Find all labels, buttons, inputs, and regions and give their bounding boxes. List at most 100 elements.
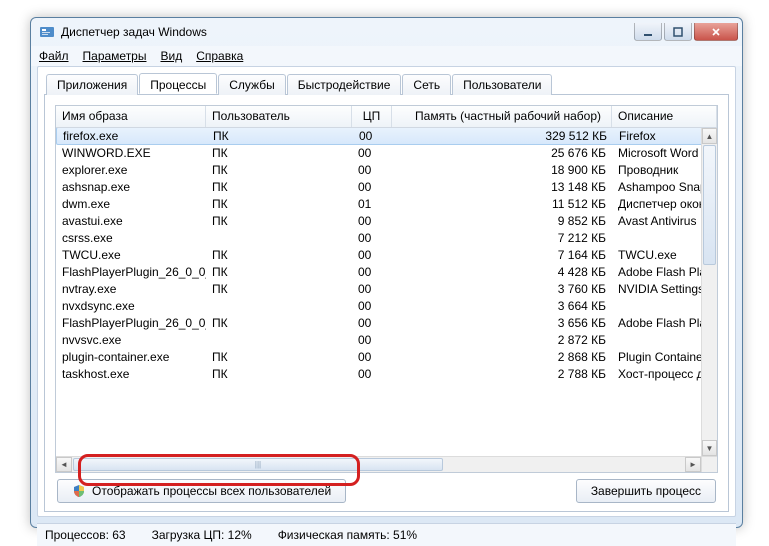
cell-user: ПК bbox=[206, 247, 352, 264]
table-row[interactable]: nvxdsync.exe003 664 КБ bbox=[56, 298, 717, 315]
header-cpu[interactable]: ЦП bbox=[352, 106, 392, 127]
cell-image-name: dwm.exe bbox=[56, 196, 206, 213]
table-row[interactable]: csrss.exe007 212 КБ bbox=[56, 230, 717, 247]
cell-image-name: nvtray.exe bbox=[56, 281, 206, 298]
table-row[interactable]: ashsnap.exeПК0013 148 КБAshampoo Snap 9 bbox=[56, 179, 717, 196]
show-all-users-label: Отображать процессы всех пользователей bbox=[92, 484, 331, 498]
rows-container: firefox.exeПК00329 512 КБFirefoxWINWORD.… bbox=[56, 128, 717, 472]
scroll-down-icon[interactable]: ▼ bbox=[702, 440, 717, 456]
cell-user bbox=[206, 230, 352, 247]
cell-memory: 329 512 КБ bbox=[393, 128, 613, 144]
cell-cpu: 01 bbox=[352, 196, 392, 213]
table-row[interactable]: taskhost.exeПК002 788 КБХост-процесс для bbox=[56, 366, 717, 383]
tab-processes[interactable]: Процессы bbox=[139, 73, 217, 94]
scroll-up-icon[interactable]: ▲ bbox=[702, 128, 717, 144]
horizontal-scrollbar[interactable]: ◄ ||| ► bbox=[56, 456, 701, 472]
cell-image-name: WINWORD.EXE bbox=[56, 145, 206, 162]
horizontal-scroll-thumb[interactable]: ||| bbox=[73, 458, 443, 471]
shield-icon bbox=[72, 484, 86, 498]
table-row[interactable]: nvtray.exeПК003 760 КБNVIDIA Settings bbox=[56, 281, 717, 298]
tab-services[interactable]: Службы bbox=[218, 74, 285, 95]
tab-applications[interactable]: Приложения bbox=[46, 74, 138, 95]
tab-users[interactable]: Пользователи bbox=[452, 74, 552, 95]
cell-image-name: firefox.exe bbox=[57, 128, 207, 144]
table-row[interactable]: explorer.exeПК0018 900 КБПроводник bbox=[56, 162, 717, 179]
maximize-button[interactable] bbox=[664, 23, 692, 41]
cell-cpu: 00 bbox=[352, 247, 392, 264]
cell-memory: 4 428 КБ bbox=[392, 264, 612, 281]
cell-image-name: taskhost.exe bbox=[56, 366, 206, 383]
table-row[interactable]: TWCU.exeПК007 164 КБTWCU.exe bbox=[56, 247, 717, 264]
cell-memory: 25 676 КБ bbox=[392, 145, 612, 162]
tabstrip: Приложения Процессы Службы Быстродействи… bbox=[44, 73, 729, 95]
minimize-button[interactable] bbox=[634, 23, 662, 41]
cell-cpu: 00 bbox=[352, 264, 392, 281]
cell-image-name: ashsnap.exe bbox=[56, 179, 206, 196]
cell-memory: 3 760 КБ bbox=[392, 281, 612, 298]
cell-cpu: 00 bbox=[353, 128, 393, 144]
header-image-name[interactable]: Имя образа bbox=[56, 106, 206, 127]
cell-memory: 3 664 КБ bbox=[392, 298, 612, 315]
process-list: Имя образа Пользователь ЦП Память (частн… bbox=[55, 105, 718, 473]
table-row[interactable]: firefox.exeПК00329 512 КБFirefox bbox=[56, 128, 717, 145]
column-headers: Имя образа Пользователь ЦП Память (частн… bbox=[56, 106, 717, 128]
cell-cpu: 00 bbox=[352, 349, 392, 366]
tab-networking[interactable]: Сеть bbox=[402, 74, 451, 95]
cell-user: ПК bbox=[206, 179, 352, 196]
header-memory[interactable]: Память (частный рабочий набор) bbox=[392, 106, 612, 127]
cell-user: ПК bbox=[206, 162, 352, 179]
app-icon bbox=[39, 24, 55, 40]
status-physical-memory: Физическая память: 51% bbox=[278, 528, 417, 542]
table-row[interactable]: nvvsvc.exe002 872 КБ bbox=[56, 332, 717, 349]
cell-user bbox=[206, 298, 352, 315]
titlebar[interactable]: Диспетчер задач Windows bbox=[31, 18, 742, 46]
cell-memory: 9 852 КБ bbox=[392, 213, 612, 230]
vertical-scroll-thumb[interactable] bbox=[703, 145, 716, 265]
cell-memory: 3 656 КБ bbox=[392, 315, 612, 332]
table-row[interactable]: plugin-container.exeПК002 868 КБPlugin C… bbox=[56, 349, 717, 366]
processes-panel: Имя образа Пользователь ЦП Память (частн… bbox=[44, 95, 729, 512]
cell-user: ПК bbox=[206, 264, 352, 281]
menu-options[interactable]: Параметры bbox=[83, 49, 147, 63]
scroll-corner bbox=[701, 456, 717, 472]
table-row[interactable]: WINWORD.EXEПК0025 676 КБMicrosoft Word bbox=[56, 145, 717, 162]
tab-performance[interactable]: Быстродействие bbox=[287, 74, 402, 95]
client-area: Приложения Процессы Службы Быстродействи… bbox=[37, 66, 736, 517]
table-row[interactable]: avastui.exeПК009 852 КБAvast Antivirus bbox=[56, 213, 717, 230]
cell-memory: 2 868 КБ bbox=[392, 349, 612, 366]
cell-user: ПК bbox=[206, 145, 352, 162]
cell-cpu: 00 bbox=[352, 298, 392, 315]
menu-view[interactable]: Вид bbox=[160, 49, 182, 63]
menu-file[interactable]: Файл bbox=[39, 49, 69, 63]
table-row[interactable]: FlashPlayerPlugin_26_0_0_1...ПК003 656 К… bbox=[56, 315, 717, 332]
window-title: Диспетчер задач Windows bbox=[61, 25, 634, 39]
cell-image-name: plugin-container.exe bbox=[56, 349, 206, 366]
table-row[interactable]: FlashPlayerPlugin_26_0_0_1...ПК004 428 К… bbox=[56, 264, 717, 281]
cell-cpu: 00 bbox=[352, 315, 392, 332]
cell-memory: 2 872 КБ bbox=[392, 332, 612, 349]
scroll-right-icon[interactable]: ► bbox=[685, 457, 701, 472]
cell-image-name: TWCU.exe bbox=[56, 247, 206, 264]
status-cpu-usage: Загрузка ЦП: 12% bbox=[152, 528, 252, 542]
cell-image-name: csrss.exe bbox=[56, 230, 206, 247]
cell-user: ПК bbox=[206, 281, 352, 298]
button-row: Отображать процессы всех пользователей З… bbox=[55, 473, 718, 505]
scroll-left-icon[interactable]: ◄ bbox=[56, 457, 72, 472]
show-all-users-button[interactable]: Отображать процессы всех пользователей bbox=[57, 479, 346, 503]
vertical-scrollbar[interactable]: ▲ ▼ bbox=[701, 128, 717, 456]
cell-cpu: 00 bbox=[352, 162, 392, 179]
header-user[interactable]: Пользователь bbox=[206, 106, 352, 127]
end-process-button[interactable]: Завершить процесс bbox=[576, 479, 716, 503]
header-description[interactable]: Описание bbox=[612, 106, 717, 127]
table-row[interactable]: dwm.exeПК0111 512 КБДиспетчер окон р bbox=[56, 196, 717, 213]
cell-user: ПК bbox=[206, 349, 352, 366]
cell-image-name: nvvsvc.exe bbox=[56, 332, 206, 349]
cell-user: ПК bbox=[206, 366, 352, 383]
cell-memory: 13 148 КБ bbox=[392, 179, 612, 196]
cell-memory: 2 788 КБ bbox=[392, 366, 612, 383]
task-manager-window: Диспетчер задач Windows Файл Параметры В… bbox=[30, 17, 743, 528]
close-button[interactable] bbox=[694, 23, 738, 41]
cell-cpu: 00 bbox=[352, 213, 392, 230]
menu-help[interactable]: Справка bbox=[196, 49, 243, 63]
status-process-count: Процессов: 63 bbox=[45, 528, 126, 542]
